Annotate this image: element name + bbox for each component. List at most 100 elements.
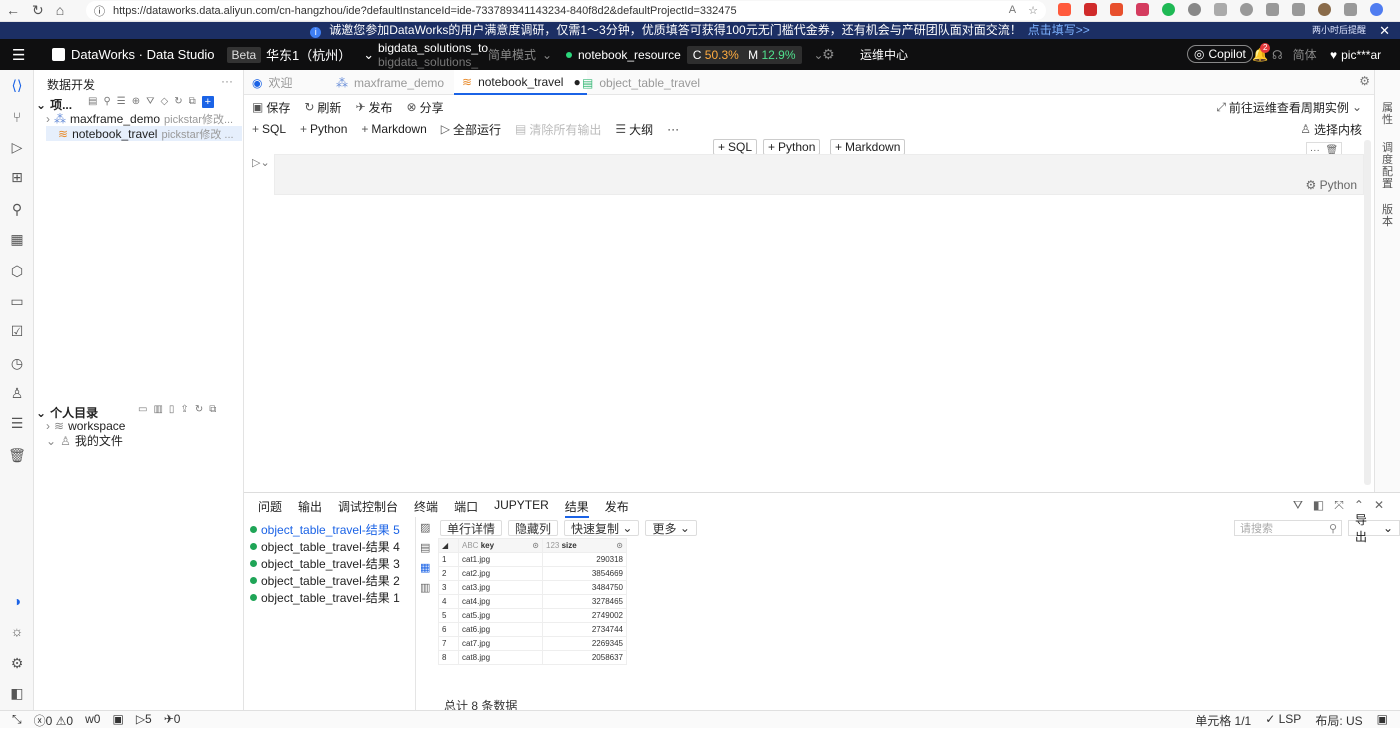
chevron-down-icon[interactable]: ⊙ <box>616 541 623 550</box>
package-icon[interactable]: ⬡ <box>8 262 26 280</box>
cell-indicator[interactable]: 单元格 1/1 <box>1195 712 1251 729</box>
chevron-down-icon[interactable]: ⊙ <box>532 541 539 550</box>
collapse-icon[interactable]: ⧉ <box>189 96 196 108</box>
tree-item-my-files[interactable]: ⌄ ♙ 我的文件 <box>46 433 242 449</box>
data-map-icon[interactable]: ⚲ <box>8 200 26 218</box>
upload-icon[interactable]: ⇪ <box>180 404 188 415</box>
table-row[interactable]: 2 cat2.jpg 3854669 <box>438 566 627 581</box>
copilot-icon[interactable] <box>1370 3 1383 16</box>
ops-center-link[interactable]: 运维中心 <box>860 39 908 70</box>
row-detail-button[interactable]: 单行详情 <box>440 520 503 536</box>
profile-avatar[interactable] <box>1318 3 1331 16</box>
result-item[interactable]: object_table_travel-结果 5 <box>250 521 400 538</box>
chevron-down-icon[interactable]: ⌄ <box>260 157 269 169</box>
chart-view-icon[interactable]: ▨ <box>420 521 436 534</box>
table-row[interactable]: 4 cat4.jpg 3278465 <box>438 594 627 609</box>
clock-icon[interactable]: ◷ <box>8 354 26 372</box>
tab-problems[interactable]: 问题 <box>258 498 282 518</box>
extension-icon[interactable] <box>1136 3 1149 16</box>
table-row[interactable]: 7 cat7.jpg 2269345 <box>438 636 627 651</box>
checklist-icon[interactable]: ☑ <box>8 322 26 340</box>
outline-button[interactable]: ☰ 大纲 <box>615 121 653 138</box>
result-item[interactable]: object_table_travel-结果 2 <box>250 572 400 589</box>
add-python-button[interactable]: + Python <box>300 122 347 136</box>
table-row[interactable]: 3 cat3.jpg 3484750 <box>438 580 627 595</box>
extension-icon[interactable] <box>1162 3 1175 16</box>
url-text[interactable]: https://dataworks.data.aliyun.com/cn-han… <box>113 5 737 17</box>
table-view-icon[interactable]: ▦ <box>420 561 436 574</box>
banner-link[interactable]: 点击填写>> <box>1028 23 1090 37</box>
layout-indicator[interactable]: 布局: US <box>1315 712 1362 729</box>
list-icon[interactable]: ☰ <box>117 96 126 108</box>
save-button[interactable]: ▣ 保存 <box>252 99 290 116</box>
document-icon[interactable]: ☰ <box>8 414 26 432</box>
cell-size[interactable]: 2749002 <box>542 608 627 623</box>
read-aloud-icon[interactable]: A <box>1009 4 1016 17</box>
result-item[interactable]: object_table_travel-结果 1 <box>250 589 400 606</box>
target-icon[interactable]: ⊕ <box>132 96 140 108</box>
insert-python-button[interactable]: + Python <box>763 139 821 155</box>
published-indicator[interactable]: ✈0 <box>164 712 181 729</box>
running-indicator[interactable]: ▷5 <box>136 712 152 729</box>
extension-icon[interactable] <box>1188 3 1201 16</box>
hide-columns-button[interactable]: 隐藏列 <box>508 520 559 536</box>
database-icon[interactable]: ▥ <box>153 404 162 415</box>
notification-bell-icon[interactable]: 🔔 2 <box>1252 39 1271 70</box>
cell-language[interactable]: ⚙ Python <box>1306 178 1357 192</box>
cell-key[interactable]: cat7.jpg <box>458 636 543 651</box>
workspace-select[interactable]: bigdata_solutions_to bigdata_solutions_ <box>378 39 488 70</box>
ports-indicator[interactable]: ᴡ0 <box>85 712 100 729</box>
lsp-indicator[interactable]: ✓ LSP <box>1265 712 1301 729</box>
help-icon[interactable]: ☊ <box>1272 48 1283 62</box>
settings-icon[interactable]: ⚙ <box>822 39 835 70</box>
quick-copy-button[interactable]: 快速复制 ⌄ <box>564 520 640 536</box>
cell-size[interactable]: 2269345 <box>542 636 627 651</box>
run-debug-icon[interactable]: ▷ <box>8 138 26 156</box>
menu-icon[interactable]: ☰ <box>12 39 25 70</box>
toggle-sidebar-icon[interactable]: ◧ <box>8 684 26 702</box>
tree-item-workspace[interactable]: › ≋ workspace <box>46 418 242 433</box>
gear-icon[interactable]: ⚙ <box>8 654 26 672</box>
collapse-icon[interactable]: ⧉ <box>209 404 216 415</box>
scrollbar[interactable] <box>1364 140 1371 485</box>
tree-item-maxframe-demo[interactable]: › ⁂ maxframe_demo pickstar修改... <box>46 111 242 126</box>
extension-icon[interactable] <box>1058 3 1071 16</box>
page-info-icon[interactable]: ⓘ <box>94 3 105 19</box>
cell-size[interactable]: 3278465 <box>542 594 627 609</box>
address-bar[interactable]: ⓘ https://dataworks.data.aliyun.com/cn-h… <box>86 1 1046 20</box>
remote-icon[interactable]: ⤡ <box>12 712 22 729</box>
refresh-icon[interactable]: ↻ <box>195 404 203 415</box>
trash-icon[interactable]: 🗑 <box>8 446 26 464</box>
resource-select[interactable]: notebook_resource C 50.3% M 12.9% ⌄ <box>566 39 824 70</box>
tab-object-table-travel[interactable]: ▤ object_table_travel <box>582 70 700 95</box>
tree-item-notebook-travel[interactable]: ≋ notebook_travel pickstar修改 ... <box>46 126 242 141</box>
theme-sun-icon[interactable]: ☼ <box>8 622 26 640</box>
notifications-icon[interactable]: ▣ <box>1377 712 1388 729</box>
ops-instance-link[interactable]: ⤢ 前往运维查看周期实例 ⌄ <box>1216 99 1362 116</box>
cell-key[interactable]: cat1.jpg <box>458 552 543 567</box>
rail-properties[interactable]: 属性 <box>1382 102 1394 126</box>
cell-key[interactable]: cat5.jpg <box>458 608 543 623</box>
select-kernel-button[interactable]: ♙ 选择内核 <box>1300 121 1362 138</box>
cell-key[interactable]: cat4.jpg <box>458 594 543 609</box>
mode-select[interactable]: 简单模式 ⌄ <box>488 39 552 70</box>
cell-size[interactable]: 3854669 <box>542 566 627 581</box>
column-header-key[interactable]: ABC key ⊙ <box>458 538 543 553</box>
product-logo[interactable]: DataWorks · Data Studio Beta <box>52 39 262 70</box>
cell-size[interactable]: 3484750 <box>542 580 627 595</box>
rail-schedule-config[interactable]: 调度配置 <box>1382 142 1394 190</box>
folder-icon[interactable]: ▭ <box>8 292 26 310</box>
tab-jupyter[interactable]: JUPYTER <box>494 498 549 518</box>
gear-icon[interactable]: ⚙ <box>1359 74 1370 88</box>
tab-debug-console[interactable]: 调试控制台 <box>338 498 398 518</box>
cell-key[interactable]: cat8.jpg <box>458 650 543 665</box>
workflow-icon[interactable]: ⑂ <box>8 108 26 126</box>
user-icon[interactable]: ♙ <box>8 384 26 402</box>
column-header-size[interactable]: 123 size ⊙ <box>542 538 627 553</box>
insert-markdown-button[interactable]: + Markdown <box>830 139 906 155</box>
table-row[interactable]: 5 cat5.jpg 2749002 <box>438 608 627 623</box>
cell-size[interactable]: 290318 <box>542 552 627 567</box>
tab-ports[interactable]: 端口 <box>454 498 478 518</box>
split-panel-icon[interactable]: ◧ <box>1313 498 1324 513</box>
search-input[interactable]: 请搜索 ⚲ <box>1234 520 1342 536</box>
